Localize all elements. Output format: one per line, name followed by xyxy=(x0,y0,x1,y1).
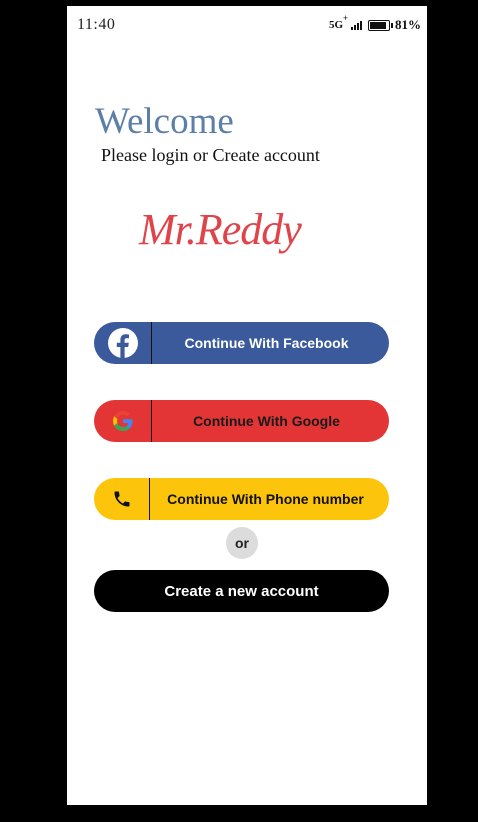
google-button-label: Continue With Google xyxy=(193,413,340,429)
network-indicator: 5G + xyxy=(328,13,348,31)
phone-icon-slot xyxy=(94,478,150,520)
welcome-subtitle: Please login or Create account xyxy=(101,145,320,165)
or-divider: or xyxy=(226,527,258,559)
continue-facebook-button[interactable]: Continue With Facebook xyxy=(94,322,389,364)
brand-logo: Mr.Reddy xyxy=(139,205,302,254)
status-bar: 11:40 5G + 81% xyxy=(67,6,427,42)
create-account-button[interactable]: Create a new account xyxy=(94,570,389,612)
battery-icon xyxy=(368,19,393,31)
create-account-label: Create a new account xyxy=(164,582,319,600)
google-icon-slot xyxy=(94,400,152,442)
battery-percent: 81% xyxy=(395,17,421,32)
welcome-title: Welcome xyxy=(95,101,234,142)
facebook-button-label: Continue With Facebook xyxy=(184,335,349,351)
continue-google-button[interactable]: Continue With Google xyxy=(94,400,389,442)
network-plus: + xyxy=(342,13,348,23)
signal-icon xyxy=(351,20,362,30)
phone-button-label: Continue With Phone number xyxy=(167,491,364,507)
network-label: 5G xyxy=(328,19,343,31)
continue-phone-button[interactable]: Continue With Phone number xyxy=(94,478,389,520)
google-icon xyxy=(112,411,133,431)
status-indicators: 5G + 81% xyxy=(328,13,421,33)
battery-fill xyxy=(370,21,387,29)
phone-icon xyxy=(114,491,129,507)
facebook-icon xyxy=(107,328,138,358)
phone-screen: 11:40 5G + 81% Welcome Please login or Cr… xyxy=(67,6,427,805)
facebook-icon-slot xyxy=(94,322,152,364)
status-time: 11:40 xyxy=(77,16,116,33)
